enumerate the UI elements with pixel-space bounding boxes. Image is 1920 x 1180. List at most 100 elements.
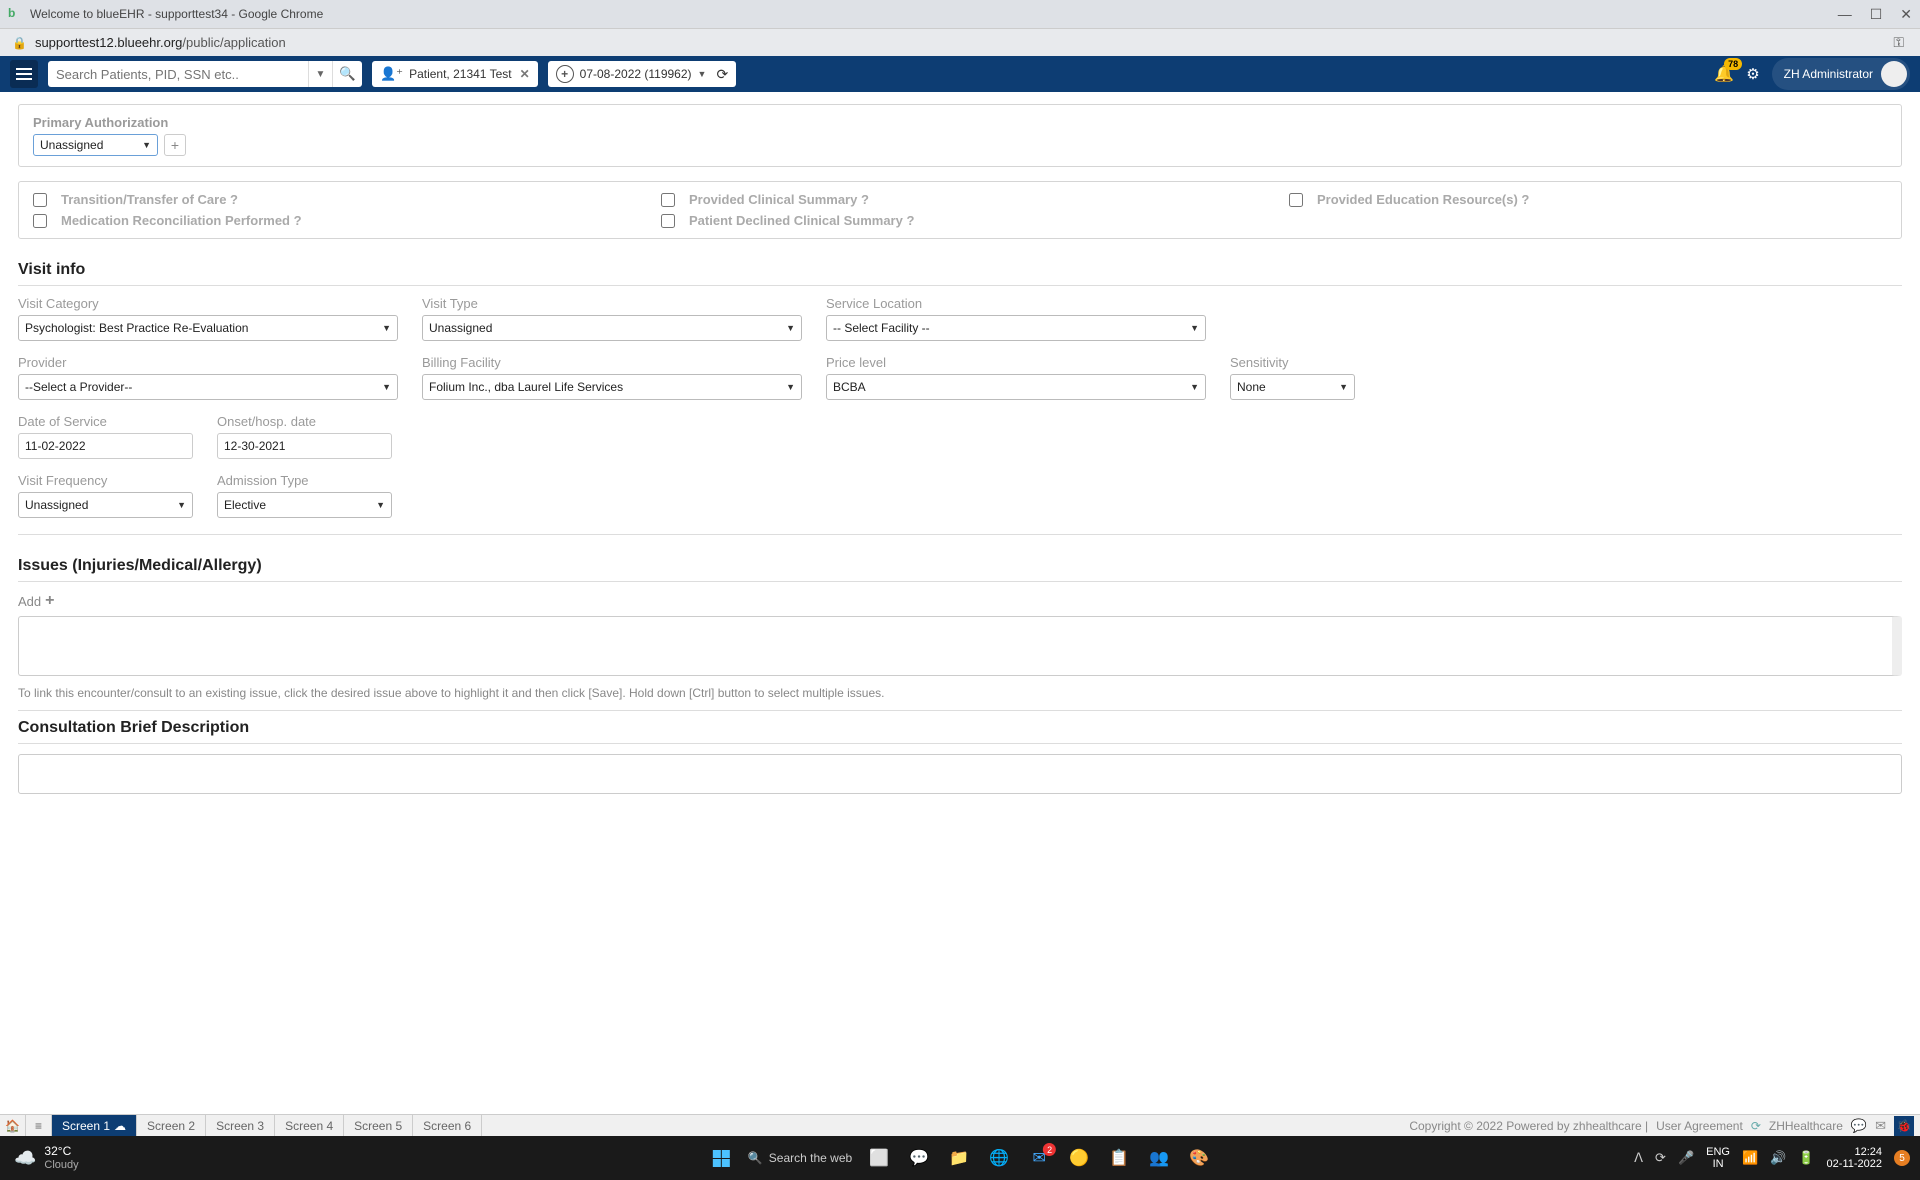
sensitivity-label: Sensitivity: [1230, 355, 1355, 370]
notification-badge: 78: [1724, 58, 1742, 70]
explorer-icon[interactable]: 📁: [946, 1145, 972, 1171]
brand-icon: ⟳: [1751, 1119, 1761, 1133]
chevron-up-icon[interactable]: ᐱ: [1634, 1150, 1643, 1166]
refresh-icon[interactable]: ⟳: [716, 66, 728, 83]
taskbar-search[interactable]: 🔍Search the web: [748, 1151, 852, 1165]
user-menu[interactable]: ZH Administrator: [1772, 58, 1910, 90]
education-checkbox[interactable]: [1289, 193, 1303, 207]
paint-icon[interactable]: 🎨: [1186, 1145, 1212, 1171]
med-reconcile-checkbox[interactable]: [33, 214, 47, 228]
close-patient-icon[interactable]: ✕: [520, 67, 530, 81]
notepad-icon[interactable]: 📋: [1106, 1145, 1132, 1171]
battery-icon[interactable]: 🔋: [1798, 1150, 1814, 1166]
window-title: Welcome to blueEHR - supporttest34 - Goo…: [30, 7, 323, 21]
user-agreement-link[interactable]: User Agreement: [1656, 1119, 1743, 1133]
search-button[interactable]: 🔍: [332, 61, 362, 87]
visit-freq-select[interactable]: Unassigned▼: [18, 492, 193, 518]
key-icon[interactable]: ⚿: [1893, 34, 1908, 51]
plus-circle-icon[interactable]: +: [556, 65, 574, 83]
weather-widget[interactable]: ☁️ 32°C Cloudy: [0, 1145, 79, 1170]
browser-addressbar: 🔒 supporttest12.blueehr.org/public/appli…: [0, 28, 1920, 56]
language-selector[interactable]: ENG IN: [1706, 1146, 1730, 1170]
onset-input[interactable]: [217, 433, 392, 459]
service-location-select[interactable]: -- Select Facility --▼: [826, 315, 1206, 341]
screen-tab-5[interactable]: Screen 5: [344, 1115, 413, 1136]
edge-icon[interactable]: 🌐: [986, 1145, 1012, 1171]
encounter-pill[interactable]: + 07-08-2022 (119962) ▼ ⟳: [548, 61, 737, 87]
admission-select[interactable]: Elective▼: [217, 492, 392, 518]
price-level-select[interactable]: BCBA▼: [826, 374, 1206, 400]
price-level-label: Price level: [826, 355, 1206, 370]
declined-checkbox[interactable]: [661, 214, 675, 228]
brand-text: ZHHealthcare: [1769, 1119, 1843, 1133]
main-content: Primary Authorization Unassigned▼ + Tran…: [0, 92, 1920, 794]
screen-tab-3[interactable]: Screen 3: [206, 1115, 275, 1136]
issues-hint: To link this encounter/consult to an exi…: [18, 676, 1902, 711]
maximize-icon[interactable]: ☐: [1870, 6, 1883, 23]
visit-type-select[interactable]: Unassigned▼: [422, 315, 802, 341]
med-reconcile-label: Medication Reconciliation Performed ?: [61, 213, 302, 228]
clinical-checkboxes-section: Transition/Transfer of Care ? Provided C…: [18, 181, 1902, 239]
bug-button[interactable]: 🐞: [1894, 1116, 1914, 1136]
billing-facility-label: Billing Facility: [422, 355, 802, 370]
chat-icon[interactable]: 💬: [1851, 1118, 1867, 1134]
notifications-button[interactable]: 🔔 78: [1714, 64, 1734, 84]
chat-app-icon[interactable]: 💬: [906, 1145, 932, 1171]
task-view-icon[interactable]: ⬜: [866, 1145, 892, 1171]
consult-description-input[interactable]: [18, 754, 1902, 794]
date-of-service-input[interactable]: [18, 433, 193, 459]
app-topbar: ▼ 🔍 👤⁺ Patient, 21341 Test ✕ + 07-08-202…: [0, 56, 1920, 92]
clinical-summary-label: Provided Clinical Summary ?: [689, 192, 869, 207]
screen-tab-2[interactable]: Screen 2: [137, 1115, 206, 1136]
transition-checkbox[interactable]: [33, 193, 47, 207]
education-label: Provided Education Resource(s) ?: [1317, 192, 1529, 207]
cloud-icon: ☁: [114, 1119, 126, 1133]
filter-button[interactable]: ≡: [26, 1115, 52, 1136]
avatar: [1881, 61, 1907, 87]
service-location-label: Service Location: [826, 296, 1206, 311]
patient-pill[interactable]: 👤⁺ Patient, 21341 Test ✕: [372, 61, 538, 87]
lock-icon[interactable]: 🔒: [12, 36, 27, 50]
chrome-icon[interactable]: 🟡: [1066, 1145, 1092, 1171]
mic-icon[interactable]: 🎤: [1678, 1150, 1694, 1166]
close-icon[interactable]: ✕: [1900, 6, 1912, 23]
billing-facility-select[interactable]: Folium Inc., dba Laurel Life Services▼: [422, 374, 802, 400]
windows-taskbar: ☁️ 32°C Cloudy 🔍Search the web ⬜ 💬 📁 🌐 ✉…: [0, 1136, 1920, 1180]
settings-button[interactable]: ⚙: [1746, 65, 1759, 83]
bottom-bar: 🏠 ≡ Screen 1 ☁ Screen 2 Screen 3 Screen …: [0, 1114, 1920, 1136]
home-button[interactable]: 🏠: [0, 1115, 26, 1136]
copyright-text: Copyright © 2022 Powered by zhhealthcare…: [1409, 1119, 1648, 1133]
sync-icon[interactable]: ⟳: [1655, 1150, 1666, 1166]
volume-icon[interactable]: 🔊: [1770, 1150, 1786, 1166]
patient-search-input[interactable]: [48, 61, 308, 87]
screen-tab-1[interactable]: Screen 1 ☁: [52, 1115, 137, 1136]
screen-tab-4[interactable]: Screen 4: [275, 1115, 344, 1136]
url-path: /public/application: [182, 35, 285, 50]
issues-listbox[interactable]: [18, 616, 1902, 676]
clinical-summary-checkbox[interactable]: [661, 193, 675, 207]
issues-header: Issues (Injuries/Medical/Allergy): [18, 549, 1902, 582]
mail-icon[interactable]: ✉: [1875, 1118, 1886, 1134]
start-button[interactable]: [708, 1145, 734, 1171]
minimize-icon[interactable]: —: [1838, 6, 1852, 23]
browser-titlebar: b Welcome to blueEHR - supporttest34 - G…: [0, 0, 1920, 28]
primary-auth-select[interactable]: Unassigned▼: [33, 134, 158, 156]
sensitivity-select[interactable]: None▼: [1230, 374, 1355, 400]
admission-label: Admission Type: [217, 473, 392, 488]
search-dropdown-button[interactable]: ▼: [308, 61, 332, 87]
add-issue-button[interactable]: Add+: [18, 592, 54, 610]
hamburger-menu[interactable]: [10, 60, 38, 88]
add-auth-button[interactable]: +: [164, 134, 186, 156]
patient-pill-label: Patient, 21341 Test: [409, 67, 512, 81]
visit-category-select[interactable]: Psychologist: Best Practice Re-Evaluatio…: [18, 315, 398, 341]
provider-select[interactable]: --Select a Provider--▼: [18, 374, 398, 400]
notification-center[interactable]: 5: [1894, 1150, 1910, 1166]
username-label: ZH Administrator: [1784, 67, 1873, 81]
screen-tab-6[interactable]: Screen 6: [413, 1115, 482, 1136]
chevron-down-icon: ▼: [698, 69, 707, 79]
wifi-icon[interactable]: 📶: [1742, 1150, 1758, 1166]
clock[interactable]: 12:24 02-11-2022: [1827, 1146, 1882, 1170]
teams-icon[interactable]: 👥: [1146, 1145, 1172, 1171]
declined-label: Patient Declined Clinical Summary ?: [689, 213, 914, 228]
mail-app-icon[interactable]: ✉2: [1026, 1145, 1052, 1171]
